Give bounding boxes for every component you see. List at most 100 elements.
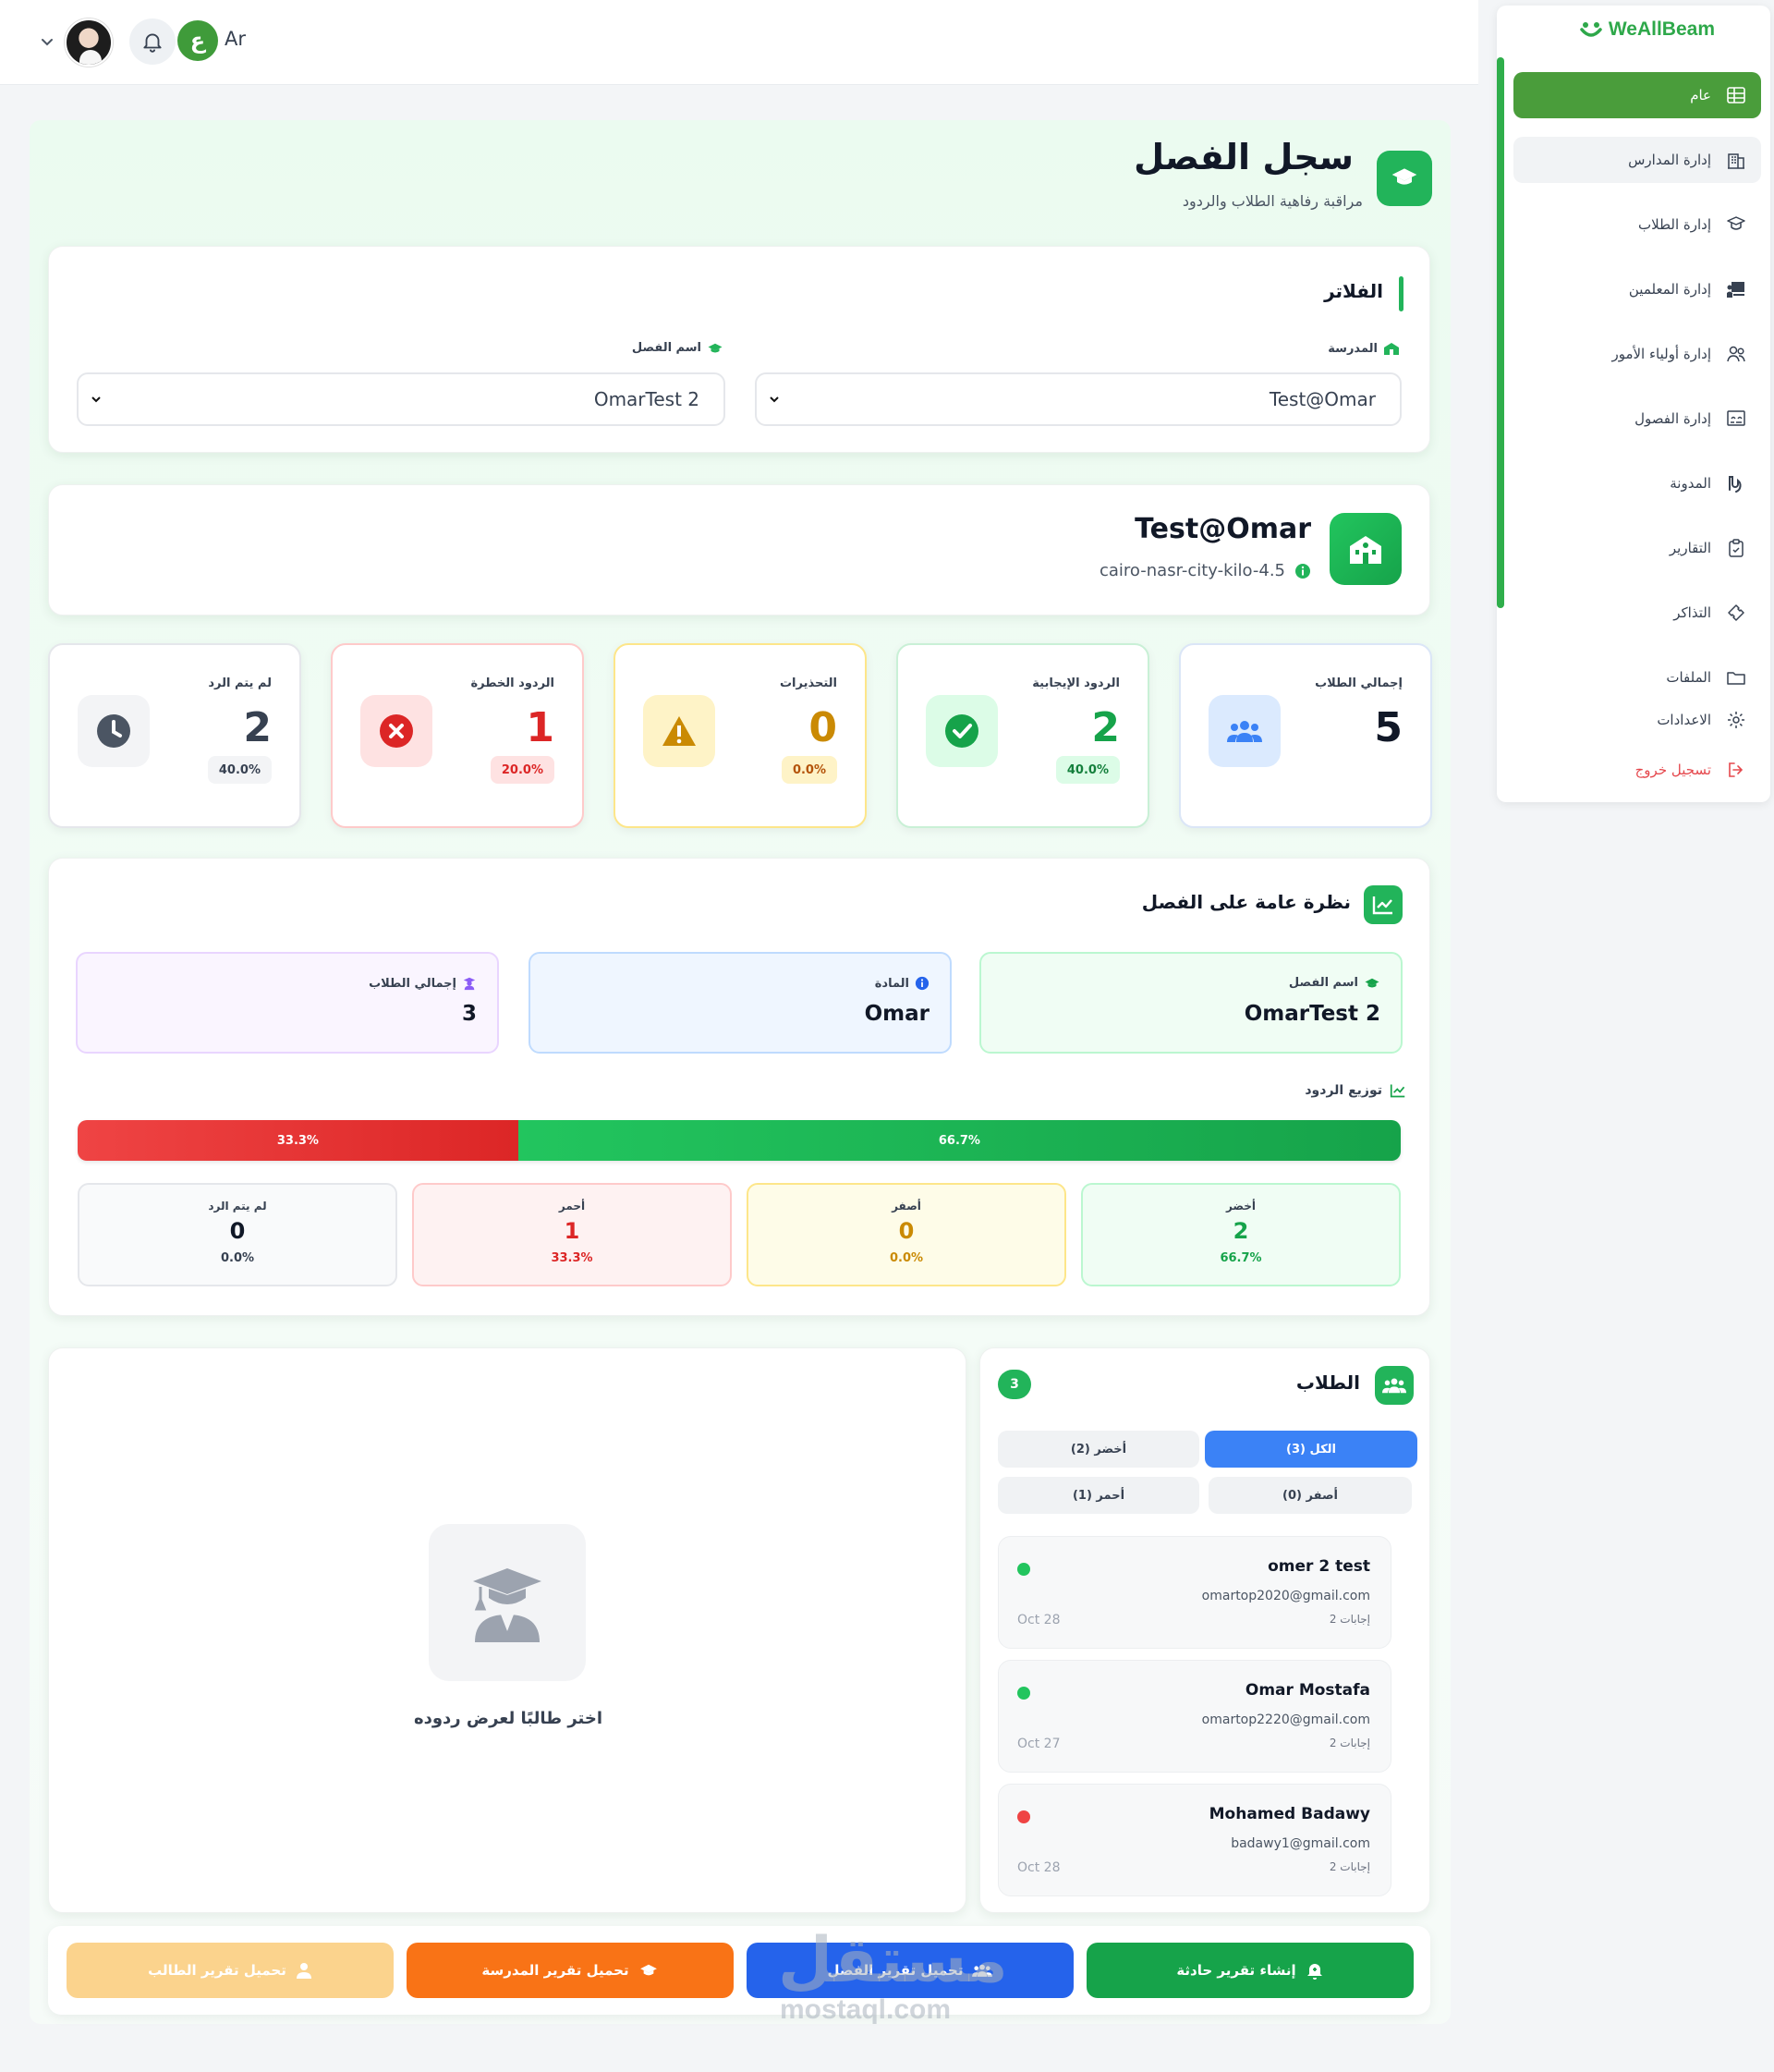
sidebar-item-logout[interactable]: تسجيل خروج bbox=[1513, 747, 1761, 793]
student-email: omartop2220@gmail.com bbox=[1201, 1712, 1370, 1727]
tab-red[interactable]: أحمر (1) bbox=[998, 1477, 1199, 1514]
sidebar-item-label: التذاكر bbox=[1673, 604, 1711, 621]
school-select[interactable]: Test@Omar bbox=[755, 372, 1402, 426]
section-accent bbox=[1399, 276, 1403, 311]
sidebar-item-files[interactable]: الملفات bbox=[1513, 654, 1761, 701]
download-school-report-button[interactable]: تحميل تقرير المدرسة bbox=[407, 1943, 734, 1998]
student-date: Oct 28 bbox=[1017, 1860, 1061, 1875]
stat-warnings: التحذيرات 0 0.0% bbox=[614, 643, 867, 828]
distribution-yellow: أصفر 0 0.0% bbox=[747, 1183, 1066, 1286]
logout-icon bbox=[1724, 758, 1748, 782]
students-title: الطلاب bbox=[1295, 1371, 1360, 1394]
stat-title: الردود الإيجابية bbox=[1032, 676, 1120, 690]
chevron-down-icon[interactable] bbox=[37, 31, 57, 52]
chevron-down-icon bbox=[90, 393, 103, 406]
box-label: إجمالي الطلاب bbox=[369, 976, 456, 991]
box-title: اسم الفصل bbox=[1289, 976, 1380, 990]
student-email: badawy1@gmail.com bbox=[1231, 1836, 1370, 1851]
sidebar-scroll-rail[interactable] bbox=[1497, 57, 1504, 608]
dist-value: 0 bbox=[898, 1218, 915, 1244]
list-item[interactable]: Omar Mostafa omartop2220@gmail.com 2 إجا… bbox=[998, 1660, 1391, 1773]
dist-value: 0 bbox=[229, 1218, 246, 1244]
sidebar-item-schools[interactable]: إدارة المدارس bbox=[1513, 137, 1761, 183]
bell-icon[interactable] bbox=[129, 18, 176, 65]
download-class-report-button[interactable]: تحميل تقرير الفصل bbox=[747, 1943, 1074, 1998]
sidebar-item-parents[interactable]: إدارة أولياء الأمور bbox=[1513, 331, 1761, 377]
dist-value: 1 bbox=[564, 1218, 580, 1244]
tab-green[interactable]: أخضر (2) bbox=[998, 1431, 1199, 1468]
box-value: Omar bbox=[864, 1002, 930, 1026]
sidebar-item-reports[interactable]: التقارير bbox=[1513, 525, 1761, 571]
top-header: ع Ar bbox=[0, 0, 1478, 85]
box-label: اسم الفصل bbox=[1288, 976, 1358, 990]
stat-positive-responses: الردود الإيجابية 2 40.0% bbox=[896, 643, 1149, 828]
overview-title: نظرة عامة على الفصل bbox=[1141, 891, 1351, 913]
gear-icon bbox=[1724, 708, 1748, 732]
sidebar-item-teachers[interactable]: إدارة المعلمين bbox=[1513, 266, 1761, 312]
sidebar-item-settings[interactable]: الاعدادات bbox=[1513, 697, 1761, 743]
sidebar-item-label: إدارة الطلاب bbox=[1638, 216, 1711, 233]
stat-percentage: 20.0% bbox=[490, 756, 554, 784]
list-item[interactable]: Mohamed Badawy badawy1@gmail.com 2 إجابا… bbox=[998, 1784, 1391, 1896]
users-icon bbox=[972, 1963, 993, 1978]
blog-icon bbox=[1724, 471, 1748, 495]
school-icon bbox=[1330, 513, 1402, 585]
stat-value: 2 bbox=[243, 704, 272, 751]
stat-title: التحذيرات bbox=[779, 676, 837, 690]
download-student-report-button[interactable]: تحميل تقرير الطالب bbox=[67, 1943, 394, 1998]
chart-line-icon bbox=[1390, 1083, 1406, 1098]
status-dot bbox=[1017, 1563, 1030, 1576]
chevron-down-icon bbox=[768, 393, 781, 406]
avatar[interactable] bbox=[65, 18, 113, 67]
sidebar-item-label: إدارة أولياء الأمور bbox=[1611, 346, 1711, 362]
list-item[interactable]: omer 2 test omartop2020@gmail.com 2 إجاب… bbox=[998, 1536, 1391, 1649]
distribution-red: أحمر 1 33.3% bbox=[412, 1183, 732, 1286]
student-responses-count: 2 إجابات bbox=[1329, 1860, 1370, 1873]
sidebar-item-blog[interactable]: المدونة bbox=[1513, 460, 1761, 506]
tab-all[interactable]: الكل (3) bbox=[1205, 1431, 1417, 1468]
graduation-cap-icon bbox=[1377, 151, 1432, 206]
location-text: cairo-nasr-city-kilo-4.5 bbox=[1099, 561, 1285, 580]
dist-percentage: 0.0% bbox=[889, 1251, 924, 1265]
stat-percentage: 40.0% bbox=[207, 756, 272, 784]
distribution-no-response: لم يتم الرد 0 0.0% bbox=[78, 1183, 397, 1286]
student-responses-panel: اختر طالبًا لعرض ردوده bbox=[48, 1347, 966, 1913]
dist-value: 2 bbox=[1233, 1218, 1249, 1244]
distribution-title: توزيع الردود bbox=[1305, 1083, 1406, 1098]
school-info-card: Test@Omar cairo-nasr-city-kilo-4.5 bbox=[48, 484, 1430, 616]
sidebar-item-general[interactable]: عام bbox=[1513, 72, 1761, 118]
select-value: OmarTest 2 bbox=[593, 388, 699, 410]
stat-title: إجمالي الطلاب bbox=[1315, 676, 1403, 690]
info-icon bbox=[1294, 563, 1311, 579]
language-label[interactable]: Ar bbox=[225, 28, 246, 50]
brand-logo[interactable]: WeAllBeam bbox=[1579, 18, 1715, 41]
student-placeholder-icon bbox=[429, 1524, 586, 1681]
sidebar-item-students[interactable]: إدارة الطلاب bbox=[1513, 201, 1761, 248]
button-label: تحميل تقرير الطالب bbox=[148, 1962, 286, 1979]
building-icon bbox=[1724, 148, 1748, 172]
class-filter-label: اسم الفصل bbox=[632, 341, 723, 355]
distribution-green: أخضر 2 66.7% bbox=[1081, 1183, 1401, 1286]
box-value: OmarTest 2 bbox=[1244, 1002, 1380, 1026]
overview-subject: المادة Omar bbox=[529, 952, 952, 1054]
create-incident-report-button[interactable]: إنشاء تقرير حادثة bbox=[1087, 1943, 1414, 1998]
box-value: 3 bbox=[461, 1002, 477, 1026]
bell-alert-icon bbox=[1306, 1961, 1324, 1980]
class-select[interactable]: OmarTest 2 bbox=[77, 372, 725, 426]
stat-title: الردود الخطرة bbox=[470, 676, 554, 690]
sidebar: WeAllBeam عام إدارة المدارس إدارة الطلاب… bbox=[1497, 6, 1770, 802]
tab-yellow[interactable]: أصفر (0) bbox=[1209, 1477, 1412, 1514]
language-toggle-button[interactable]: ع bbox=[177, 20, 218, 61]
graduation-cap-icon bbox=[1364, 977, 1380, 990]
chart-line-icon bbox=[1364, 885, 1403, 924]
label-text: المدرسة bbox=[1328, 341, 1378, 356]
stat-value: 2 bbox=[1091, 704, 1120, 751]
info-icon bbox=[915, 976, 930, 991]
sidebar-item-tickets[interactable]: التذاكر bbox=[1513, 590, 1761, 636]
school-location: cairo-nasr-city-kilo-4.5 bbox=[1100, 561, 1311, 580]
stat-percentage: 40.0% bbox=[1055, 756, 1120, 784]
box-title: إجمالي الطلاب bbox=[369, 976, 477, 991]
sidebar-item-classes[interactable]: إدارة الفصول bbox=[1513, 396, 1761, 442]
users-icon bbox=[1724, 342, 1748, 366]
dist-percentage: 66.7% bbox=[1220, 1251, 1262, 1265]
